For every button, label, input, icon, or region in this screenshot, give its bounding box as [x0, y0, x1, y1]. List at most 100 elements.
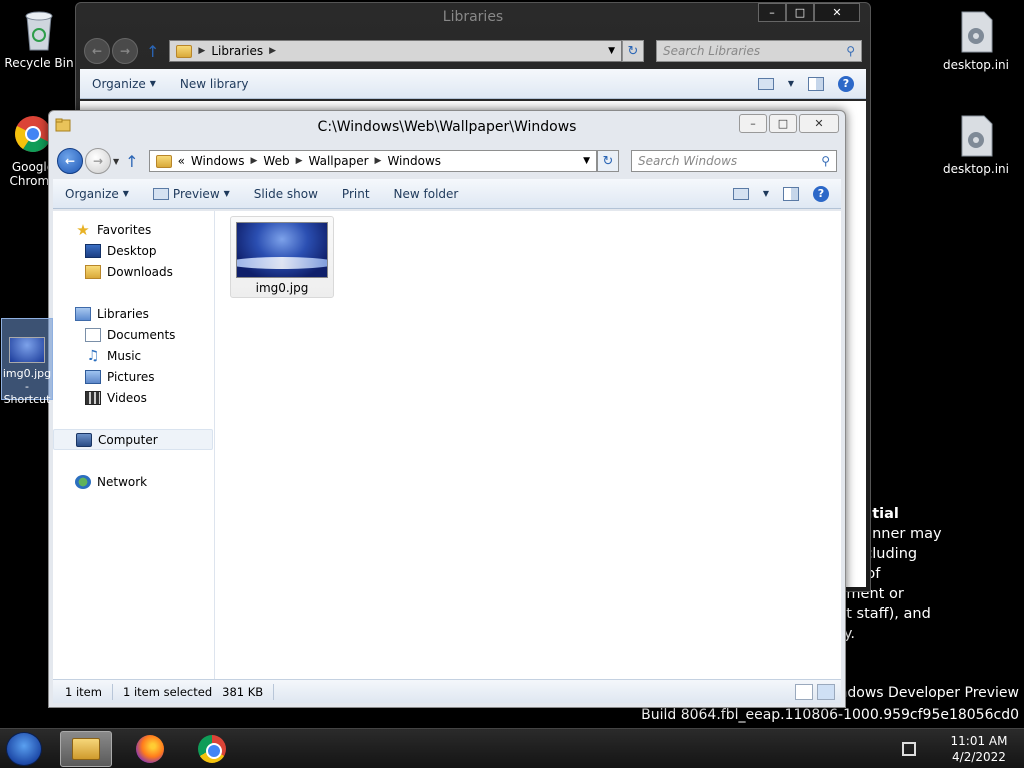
minimize-button[interactable]: – — [739, 114, 767, 133]
search-icon[interactable]: ⚲ — [821, 154, 830, 168]
nav-label: Videos — [107, 390, 147, 405]
chrome-icon — [15, 116, 51, 152]
divider — [111, 683, 113, 700]
nav-item-desktop[interactable]: Desktop — [53, 240, 213, 261]
recent-pages-dropdown-icon[interactable]: ▼ — [113, 157, 119, 166]
change-view-icon[interactable] — [757, 77, 774, 90]
organize-button[interactable]: Organize ▼ — [92, 77, 156, 91]
breadcrumb-item[interactable]: Windows — [387, 154, 441, 168]
print-button[interactable]: Print — [342, 187, 370, 201]
preview-button[interactable]: Preview ▼ — [152, 187, 230, 201]
forward-button[interactable]: → — [85, 148, 111, 174]
nav-item-documents[interactable]: Documents — [53, 324, 213, 345]
nav-item-videos[interactable]: Videos — [53, 387, 213, 408]
desktop-icon-desktop-ini-2[interactable]: desktop.ini — [940, 114, 1012, 176]
maximize-button[interactable]: □ — [786, 3, 814, 22]
navigation-pane: ★ Favorites Desktop Downloads Libraries … — [53, 211, 215, 679]
nav-item-libraries[interactable]: Libraries — [53, 303, 213, 324]
up-arrow-icon[interactable]: ↑ — [125, 152, 138, 171]
help-icon[interactable]: ? — [838, 75, 854, 92]
chrome-icon — [198, 735, 226, 763]
refresh-button[interactable]: ↻ — [597, 150, 619, 172]
nav-item-pictures[interactable]: Pictures — [53, 366, 213, 387]
chevron-right-icon[interactable]: ▶ — [269, 46, 276, 56]
chevron-down-icon[interactable]: ▼ — [608, 46, 615, 56]
file-item[interactable]: img0.jpg — [230, 216, 334, 298]
file-list[interactable]: img0.jpg — [215, 211, 841, 679]
taskbar-chrome-button[interactable] — [186, 731, 238, 767]
new-library-button[interactable]: New library — [180, 77, 249, 91]
folder-icon — [155, 154, 172, 168]
back-button[interactable]: ← — [57, 148, 83, 174]
breadcrumb-overflow[interactable]: « — [178, 154, 185, 168]
caret-down-icon[interactable]: ▼ — [763, 189, 769, 198]
close-button[interactable]: ✕ — [814, 3, 860, 22]
address-bar[interactable]: « Windows ▶ Web ▶ Wallpaper ▶ Windows ▼ — [148, 150, 597, 172]
nav-label: Favorites — [97, 222, 152, 237]
large-icons-view-icon[interactable] — [817, 683, 835, 700]
change-view-icon[interactable] — [732, 187, 749, 200]
print-label: Print — [341, 186, 370, 201]
nav-item-network[interactable]: Network — [53, 471, 213, 492]
new-folder-button[interactable]: New folder — [394, 187, 459, 201]
desktop-ini-2-label: desktop.ini — [943, 162, 1009, 176]
up-arrow-icon[interactable]: ↑ — [146, 42, 159, 61]
network-status-icon[interactable] — [902, 742, 916, 756]
search-input[interactable]: Search Windows ⚲ — [631, 150, 837, 172]
desktop-icon-img0-shortcut[interactable]: img0.jpg - Shortcut — [1, 318, 53, 406]
nav-label: Network — [97, 474, 148, 489]
documents-icon — [85, 327, 101, 342]
breadcrumb-item[interactable]: Wallpaper — [309, 154, 369, 168]
clock[interactable]: 11:01 AM 4/2/2022 — [934, 733, 1024, 765]
new-library-label: New library — [179, 76, 249, 91]
caret-down-icon[interactable]: ▼ — [788, 79, 794, 88]
breadcrumb-item[interactable]: Libraries — [211, 44, 263, 58]
libraries-icon — [176, 44, 193, 58]
close-button[interactable]: ✕ — [799, 114, 839, 133]
chevron-right-icon[interactable]: ▶ — [296, 156, 303, 166]
nav-label: Downloads — [107, 264, 173, 279]
forward-button[interactable]: → — [112, 38, 138, 64]
back-button[interactable]: ← — [84, 38, 110, 64]
details-view-icon[interactable] — [795, 683, 813, 700]
desktop-icon-recycle-bin[interactable]: Recycle Bin — [3, 8, 75, 70]
shortcut-thumbnail-icon — [9, 337, 45, 363]
taskbar-explorer-button[interactable] — [60, 731, 112, 767]
slide-show-label: Slide show — [253, 186, 318, 201]
nav-label: Desktop — [107, 243, 157, 258]
caret-down-icon: ▼ — [149, 79, 156, 88]
help-icon[interactable]: ? — [813, 185, 829, 202]
nav-item-downloads[interactable]: Downloads — [53, 261, 213, 282]
wallpaper-folder-window[interactable]: C:\Windows\Web\Wallpaper\Windows – □ ✕ ←… — [48, 110, 846, 708]
search-input[interactable]: Search Libraries ⚲ — [656, 40, 862, 62]
command-bar: Organize ▼ Preview ▼ Slide show Print Ne… — [53, 179, 841, 209]
maximize-button[interactable]: □ — [769, 114, 797, 133]
nav-label: Documents — [107, 327, 176, 342]
window-title: Libraries — [442, 9, 504, 25]
clock-time: 11:01 AM — [950, 734, 1008, 748]
organize-button[interactable]: Organize ▼ — [65, 187, 129, 201]
new-folder-label: New folder — [393, 186, 459, 201]
chevron-right-icon[interactable]: ▶ — [250, 156, 257, 166]
preview-pane-icon[interactable] — [808, 76, 824, 91]
start-button[interactable] — [6, 732, 42, 766]
minimize-button[interactable]: – — [758, 3, 786, 22]
nav-item-favorites[interactable]: ★ Favorites — [53, 219, 213, 240]
preview-icon — [152, 187, 169, 200]
slide-show-button[interactable]: Slide show — [254, 187, 318, 201]
chevron-right-icon[interactable]: ▶ — [375, 156, 382, 166]
refresh-button[interactable]: ↻ — [622, 40, 644, 62]
nav-item-music[interactable]: ♫ Music — [53, 345, 213, 366]
build-info-line2: Build 8064.fbl_eeap.110806-1000.959cf95e… — [641, 707, 1019, 723]
preview-pane-icon[interactable] — [783, 186, 799, 201]
nav-label: Music — [107, 348, 142, 363]
nav-item-computer[interactable]: Computer — [53, 429, 213, 450]
chevron-down-icon[interactable]: ▼ — [583, 156, 590, 166]
search-icon[interactable]: ⚲ — [846, 44, 855, 58]
address-bar[interactable]: ▶ Libraries ▶ ▼ — [169, 40, 622, 62]
breadcrumb-item[interactable]: Windows — [191, 154, 245, 168]
breadcrumb-item[interactable]: Web — [263, 154, 289, 168]
taskbar-firefox-button[interactable] — [124, 731, 176, 767]
image-thumbnail — [236, 222, 328, 278]
desktop-icon-desktop-ini-1[interactable]: desktop.ini — [940, 10, 1012, 72]
